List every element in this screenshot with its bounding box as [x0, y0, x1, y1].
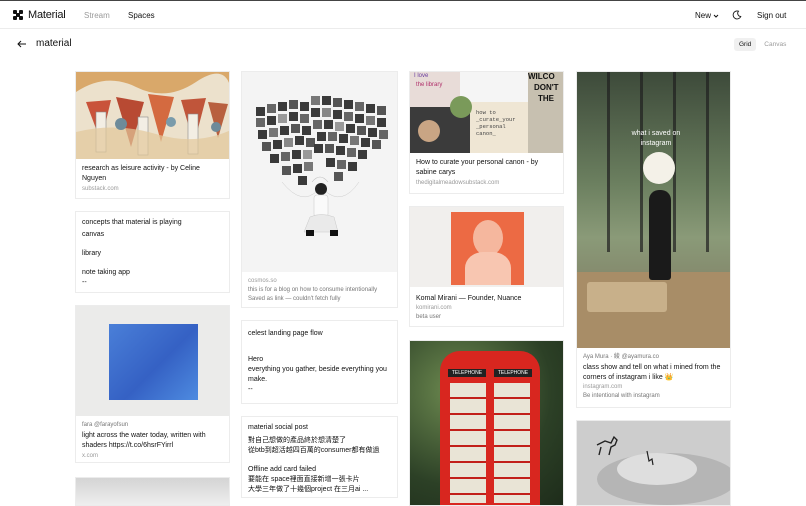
sign-text: TELEPHONE [494, 369, 532, 377]
card-canon[interactable]: I love the library WILCO DON'T THE how t… [409, 71, 564, 194]
card-bw-horse[interactable] [576, 420, 731, 506]
card-source: substack.com [82, 186, 119, 192]
image-text: I love [414, 73, 429, 79]
image-overlay-text: what i saved on instagram [631, 130, 681, 147]
card-image [76, 478, 229, 505]
card-instagram[interactable]: what i saved on instagram Aya Mura · 綾 @… [576, 71, 731, 408]
note-line: note taking app [82, 269, 130, 276]
card-komal[interactable]: Komal Mirani — Founder, Nuance komirani.… [409, 206, 564, 327]
card-note-concepts[interactable]: concepts that material is playing canvas… [75, 211, 230, 293]
grid-view-button[interactable]: Grid [734, 38, 757, 51]
note-line: Offline add card failed [248, 466, 316, 473]
card-image: TELEPHONE TELEPHONE [410, 341, 563, 505]
note-line: -- [82, 279, 87, 286]
card-source: thedigitalmeadowsubstack.com [416, 180, 500, 186]
chevron-down-icon [713, 14, 719, 18]
card-status: Saved as link — couldn't fetch fully [248, 296, 341, 302]
image-text: the library [416, 82, 443, 88]
image-text: THE [538, 94, 554, 103]
phone-booth-image: TELEPHONE TELEPHONE [440, 351, 540, 505]
card-image: what i saved on instagram [577, 72, 730, 348]
app-logo[interactable]: Material [13, 9, 66, 21]
card-source: cosmos.so [248, 278, 277, 284]
card-image [577, 421, 730, 505]
sign-out-button[interactable]: Sign out [757, 11, 786, 20]
collage-image [242, 72, 397, 272]
note-line: 對自己想做的產品終於想清楚了 [248, 437, 346, 444]
card-title: class show and tell on what i mined from… [583, 364, 721, 381]
app-name: Material [28, 9, 66, 21]
card-note-social[interactable]: material social post 對自己想做的產品終於想清楚了 從btb… [241, 416, 398, 498]
image-text: _personal [476, 123, 506, 130]
card-author: fara @farayofsun [82, 422, 129, 428]
note-line: everything you gather, beside everything… [248, 366, 387, 383]
card-source: instagram.com [583, 384, 623, 390]
image-text: how to [476, 109, 496, 116]
card-note: beta user [416, 314, 442, 320]
image-text: canon_ [476, 130, 496, 137]
portrait-image [451, 212, 524, 285]
card-author: Aya Mura · 綾 @ayamura.co [583, 354, 660, 360]
note-title: material social post [248, 424, 308, 431]
card-image [76, 72, 229, 159]
note-line: canvas [82, 231, 105, 238]
note-title: concepts that material is playing [82, 219, 182, 226]
card-collage[interactable]: cosmos.so this is for a blog on how to c… [241, 71, 398, 308]
canvas-view-button[interactable]: Canvas [759, 38, 791, 51]
card-title: How to curate your personal canon - by s… [416, 159, 539, 176]
nav-stream[interactable]: Stream [84, 11, 110, 20]
note-line: Hero [248, 356, 264, 363]
image-text: _curate_your [476, 116, 516, 123]
note-line: library [82, 250, 102, 257]
note-line: 從btb到超活越四百萬的consumer都有做過 [248, 447, 380, 454]
top-bar: Material Stream Spaces New Sign out [0, 0, 806, 29]
illustration-image [76, 72, 229, 159]
card-partial[interactable] [75, 477, 230, 506]
note-line: 大學三年做了十幾個project 在三月ai ... [248, 486, 369, 493]
card-image: I love the library WILCO DON'T THE how t… [410, 72, 563, 153]
card-title: Komal Mirani — Founder, Nuance [416, 295, 522, 302]
card-note: Be intentional with instagram [583, 393, 660, 399]
note-line: 要能在 space裡面直接新增一張卡片 [248, 476, 360, 483]
landscape-image [577, 421, 730, 505]
card-title: research as leisure activity - by Celine… [82, 165, 200, 182]
card-note: this is for a blog on how to consume int… [248, 287, 378, 293]
card-image [410, 207, 563, 287]
space-title: material [36, 38, 72, 49]
card-note-celest[interactable]: celest landing page flow Hero everything… [241, 320, 398, 404]
view-toggle: Grid Canvas [734, 38, 791, 51]
moon-icon[interactable] [732, 10, 742, 20]
card-research[interactable]: research as leisure activity - by Celine… [75, 71, 230, 199]
new-label: New [695, 11, 712, 20]
card-blue-shader[interactable]: fara @farayofsun light across the water … [75, 305, 230, 463]
back-arrow-icon[interactable] [16, 38, 28, 50]
new-button[interactable]: New [695, 11, 719, 20]
card-image [242, 72, 397, 272]
nav-spaces[interactable]: Spaces [128, 11, 155, 20]
note-title: celest landing page flow [248, 330, 323, 337]
image-text: DON'T [534, 83, 559, 92]
card-title: light across the water today, written wi… [82, 432, 206, 449]
card-source: x.com [82, 453, 99, 459]
space-header: material [0, 29, 806, 59]
card-phone-booth[interactable]: TELEPHONE TELEPHONE [409, 340, 564, 506]
note-line: -- [248, 386, 253, 393]
image-text: WILCO [528, 72, 555, 81]
sign-text: TELEPHONE [448, 369, 486, 377]
card-image [76, 306, 229, 416]
logo-icon [13, 10, 23, 20]
card-source: komirani.com [416, 305, 452, 311]
blue-square-image [109, 324, 198, 400]
person-figure [649, 190, 671, 280]
